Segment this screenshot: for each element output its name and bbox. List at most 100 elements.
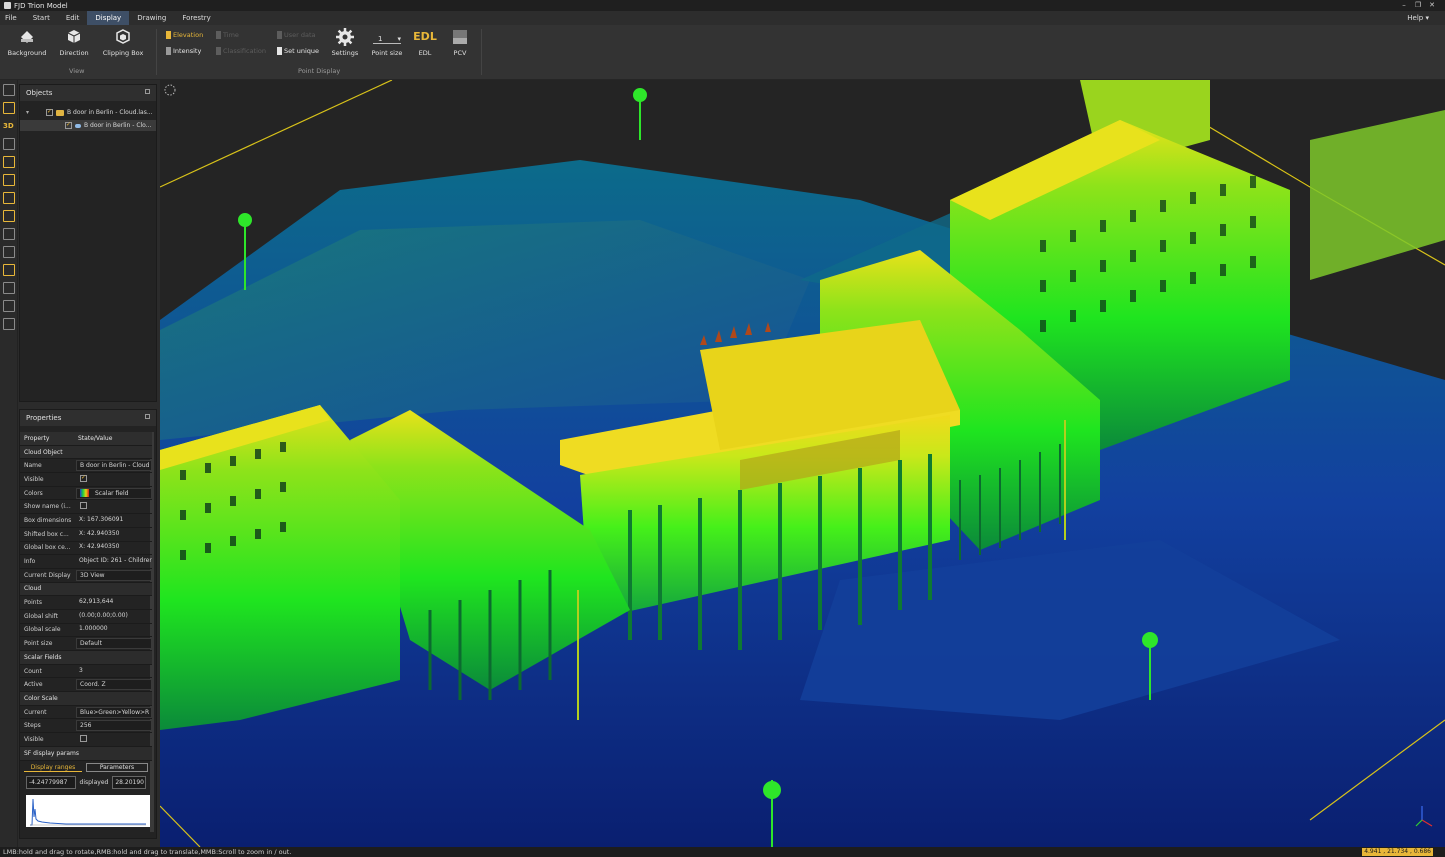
open-panel-icon[interactable]: [3, 102, 15, 114]
histogram-chart[interactable]: [26, 794, 150, 827]
3d-viewport[interactable]: [160, 80, 1445, 847]
column-header-value: State/Value: [78, 434, 113, 442]
property-row-box-dimensions: Box dimensions X: 167.306091: [20, 514, 152, 528]
properties-table: Property State/Value Cloud Object Name B …: [20, 432, 152, 829]
classification-option[interactable]: Classification: [216, 47, 266, 55]
bottom-view-icon[interactable]: [3, 246, 15, 258]
edl-icon: EDL: [413, 30, 437, 43]
pcv-button[interactable]: PCV: [446, 27, 474, 57]
direction-label: Direction: [59, 49, 89, 57]
direction-button[interactable]: Direction: [56, 27, 92, 57]
tree-item-root[interactable]: ▾ B door in Berlin - Cloud.las...: [26, 107, 153, 118]
point-size-control[interactable]: 1 ▾ Point size: [370, 27, 404, 57]
restore-icon[interactable]: ❐: [1411, 0, 1425, 11]
chevron-down-icon[interactable]: ▾: [26, 109, 36, 116]
gear-icon: [336, 28, 354, 46]
minimize-icon[interactable]: –: [1397, 0, 1411, 11]
iso-back-view-icon[interactable]: [3, 282, 15, 294]
menu-forestry[interactable]: Forestry: [174, 11, 219, 25]
ribbon-toolbar: Background Direction Clipping Box View E…: [0, 25, 1445, 80]
section-color-scale: Color Scale: [20, 692, 152, 706]
elevation-label: Elevation: [173, 31, 204, 39]
elevation-icon: [166, 31, 171, 39]
tab-display-ranges[interactable]: Display ranges: [24, 763, 82, 772]
property-key: Current: [24, 708, 47, 716]
property-key: Colors: [24, 489, 43, 497]
properties-panel-header: Properties: [20, 410, 156, 426]
point-size-value: 1: [378, 35, 383, 43]
left-toolbar: 3D: [0, 80, 18, 847]
property-key: Steps: [24, 722, 41, 730]
property-key: Show name (i...: [24, 503, 71, 511]
crop-icon[interactable]: [3, 318, 15, 330]
range-min-spinbox[interactable]: -4.24779987: [26, 776, 76, 789]
column-header-property: Property: [24, 434, 50, 442]
cursor-coordinates: 4.941 , 21.734 , 0.686: [1362, 848, 1433, 856]
settings-button[interactable]: Settings: [330, 27, 360, 57]
shifted-box-value: X: 42.940350: [79, 529, 120, 537]
menu-edit[interactable]: Edit: [58, 11, 88, 25]
section-cloud-object: Cloud Object: [20, 445, 152, 460]
classification-label: Classification: [223, 47, 267, 55]
folder-icon: [56, 109, 64, 116]
color-scale-select[interactable]: Blue>Green>Yellow>R: [76, 706, 152, 718]
grid-view-icon[interactable]: [3, 84, 15, 96]
user-data-option[interactable]: User data: [277, 31, 316, 39]
steps-spinbox[interactable]: 256: [76, 720, 152, 732]
show-name-checkbox[interactable]: [80, 502, 87, 510]
time-icon: [216, 31, 221, 39]
property-key: Points: [24, 599, 43, 607]
property-key: Count: [24, 667, 42, 675]
tree-item-root-label: B door in Berlin - Cloud.las...: [67, 109, 153, 116]
edl-button[interactable]: EDL EDL: [410, 27, 440, 57]
property-key: Global scale: [24, 626, 61, 634]
range-max-spinbox[interactable]: 28.20190: [112, 776, 146, 789]
top-view-icon[interactable]: [3, 228, 15, 240]
back-view-icon[interactable]: [3, 174, 15, 186]
menu-display[interactable]: Display: [87, 11, 130, 25]
help-menu[interactable]: Help ▾: [1407, 11, 1429, 25]
close-icon[interactable]: ✕: [1425, 0, 1439, 11]
property-row-points: Points 62,913,644: [20, 596, 152, 610]
point-size-spinner[interactable]: 1 ▾: [373, 30, 401, 44]
colors-select[interactable]: Scalar field: [76, 487, 152, 499]
cloud-visible-checkbox[interactable]: [65, 121, 72, 129]
float-panel-icon[interactable]: [145, 89, 150, 94]
left-view-icon[interactable]: [3, 192, 15, 204]
visible-checkbox[interactable]: [80, 474, 87, 482]
active-sf-select[interactable]: Coord. Z: [76, 679, 152, 691]
iso-view-icon[interactable]: [3, 264, 15, 276]
right-view-icon[interactable]: [3, 210, 15, 222]
clipping-box-icon: [116, 29, 130, 44]
property-row-show-name: Show name (i...: [20, 500, 152, 515]
set-unique-option[interactable]: Set unique: [277, 47, 319, 55]
menu-drawing[interactable]: Drawing: [129, 11, 174, 25]
tree-item-cloud[interactable]: B door in Berlin - Clo...: [20, 120, 156, 131]
front-view-icon[interactable]: [3, 156, 15, 168]
properties-panel-title: Properties: [26, 414, 62, 422]
point-size-select[interactable]: Default: [76, 638, 152, 650]
tab-parameters[interactable]: Parameters: [86, 762, 148, 772]
lock-icon[interactable]: [3, 138, 15, 150]
property-row-global-scale: Global scale 1.000000: [20, 624, 152, 638]
background-button[interactable]: Background: [6, 27, 48, 57]
float-panel-icon[interactable]: [145, 414, 150, 419]
intensity-option[interactable]: Intensity: [166, 47, 201, 55]
clipping-box-button[interactable]: Clipping Box: [102, 27, 144, 57]
view-3d-button[interactable]: 3D: [3, 122, 14, 130]
menu-file[interactable]: File: [0, 11, 25, 25]
time-option[interactable]: Time: [216, 31, 239, 39]
measure-icon[interactable]: [3, 300, 15, 312]
section-scalar-fields: Scalar Fields: [20, 651, 152, 665]
objects-panel-header: Objects: [20, 85, 156, 101]
range-row: -4.24779987 displayed 28.20190: [20, 774, 152, 792]
point-display-group-label: Point Display: [298, 67, 341, 75]
menu-start[interactable]: Start: [25, 11, 58, 25]
property-row-current: Current Blue>Green>Yellow>R: [20, 706, 152, 720]
color-scale-visible-checkbox[interactable]: [80, 734, 87, 742]
root-visible-checkbox[interactable]: [46, 108, 53, 116]
name-field[interactable]: B door in Berlin - Cloud -: [76, 460, 152, 472]
current-display-select[interactable]: 3D View: [76, 569, 152, 581]
paint-bucket-icon: [21, 31, 33, 43]
elevation-option[interactable]: Elevation: [166, 31, 203, 39]
